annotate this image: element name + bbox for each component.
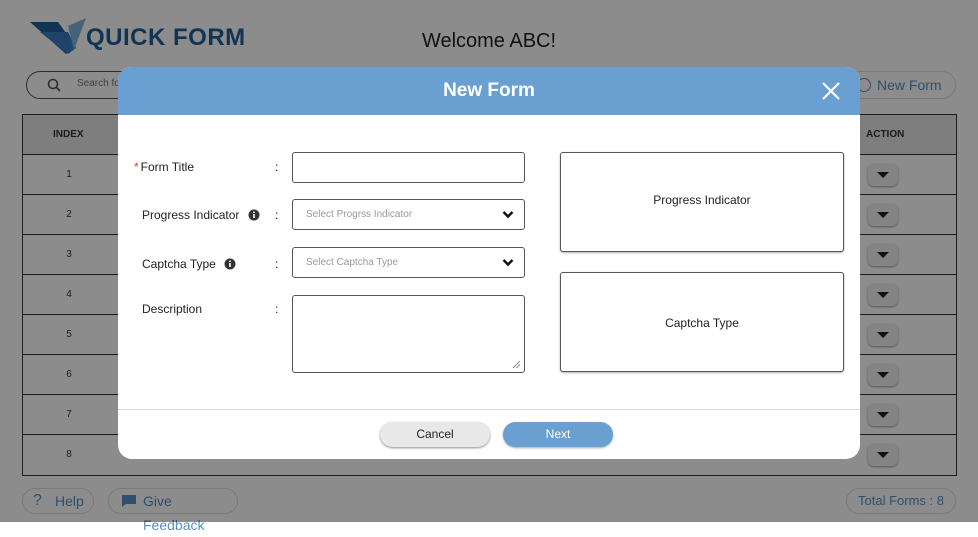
info-icon[interactable] <box>248 209 260 221</box>
description-label: Description <box>142 302 203 316</box>
resize-grip-icon[interactable] <box>512 360 521 369</box>
form-title-input[interactable] <box>292 152 525 183</box>
chevron-down-icon <box>502 259 514 267</box>
info-icon[interactable] <box>224 258 236 270</box>
dialog-title: New Form <box>443 80 535 101</box>
required-asterisk: * <box>134 160 139 174</box>
progress-indicator-label: Progress Indicator <box>142 208 260 222</box>
progress-preview-label: Progress Indicator <box>653 193 751 207</box>
cancel-button[interactable]: Cancel <box>380 422 490 447</box>
dialog-header: New Form <box>118 67 860 115</box>
captcha-type-select[interactable]: Select Captcha Type <box>292 247 525 278</box>
footer-divider <box>118 409 860 410</box>
colon: : <box>275 160 279 174</box>
chevron-down-icon <box>502 211 514 219</box>
captcha-type-placeholder: Select Captcha Type <box>306 257 399 268</box>
next-button[interactable]: Next <box>503 422 613 447</box>
form-title-label: * Form Title <box>134 160 195 174</box>
progress-indicator-placeholder: Select Progrss Indicator <box>306 209 413 220</box>
captcha-type-label: Captcha Type <box>142 257 236 271</box>
description-textarea[interactable] <box>292 295 525 373</box>
colon: : <box>275 302 279 316</box>
colon: : <box>275 208 279 222</box>
captcha-type-preview: Captcha Type <box>560 272 844 372</box>
progress-indicator-preview: Progress Indicator <box>560 152 844 252</box>
new-form-dialog: New Form * Form Title : Progress Indicato… <box>118 67 860 459</box>
progress-indicator-select[interactable]: Select Progrss Indicator <box>292 199 525 230</box>
captcha-preview-label: Captcha Type <box>665 316 739 330</box>
close-icon[interactable] <box>818 78 844 104</box>
colon: : <box>275 257 279 271</box>
